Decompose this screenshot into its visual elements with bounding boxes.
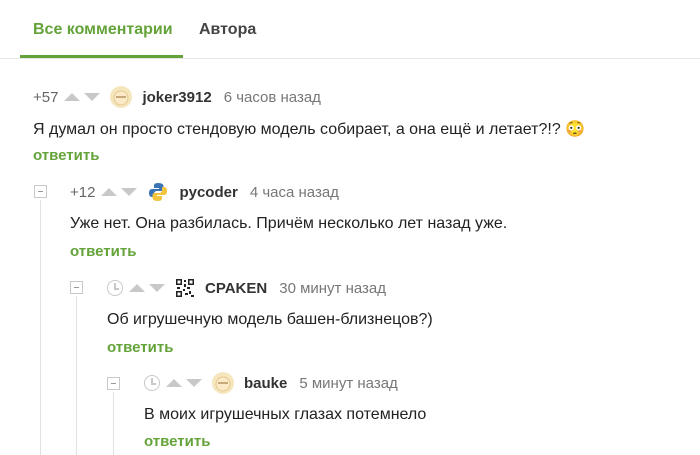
reply-link[interactable]: ответить [107, 339, 173, 356]
collapse-thread-icon[interactable] [34, 185, 47, 198]
thread-line [76, 296, 77, 455]
thread-line [113, 392, 114, 455]
reply-link[interactable]: ответить [70, 243, 136, 260]
face-avatar-icon[interactable] [212, 372, 234, 394]
downvote-icon[interactable] [186, 379, 202, 387]
face-avatar-icon[interactable] [110, 86, 133, 108]
username[interactable]: pycoder [179, 184, 237, 201]
reply-link[interactable]: ответить [33, 147, 99, 164]
upvote-icon[interactable] [166, 379, 182, 387]
comments-tabs: Все комментарии Автора [0, 0, 700, 59]
upvote-icon[interactable] [64, 93, 81, 101]
username[interactable]: CPAKEN [205, 280, 267, 297]
downvote-icon[interactable] [84, 93, 101, 101]
timestamp[interactable]: 30 минут назад [279, 280, 386, 297]
comment-header: bauke 5 минут назад [144, 371, 398, 395]
clock-icon [107, 280, 123, 296]
thread-line [40, 200, 41, 455]
upvote-icon[interactable] [129, 284, 145, 292]
timestamp[interactable]: 6 часов назад [224, 89, 321, 106]
rating-count: +57 [33, 88, 59, 106]
timestamp[interactable]: 4 часа назад [250, 184, 339, 201]
collapse-thread-icon[interactable] [70, 281, 83, 294]
comment-text: Уже нет. Она разбилась. Причём несколько… [70, 215, 508, 232]
username[interactable]: joker3912 [142, 89, 211, 106]
downvote-icon[interactable] [121, 188, 138, 196]
tab-all-comments[interactable]: Все комментарии [33, 21, 173, 39]
comment-text: В моих игрушечных глазах потемнело [144, 406, 427, 423]
active-tab-indicator [20, 55, 183, 58]
collapse-thread-icon[interactable] [107, 377, 120, 390]
qr-avatar-icon[interactable] [175, 278, 195, 298]
comment-text: Об игрушечную модель башен-близнецов?) [107, 311, 433, 328]
comment-header: CPAKEN 30 минут назад [107, 276, 386, 300]
python-logo-icon[interactable] [147, 181, 169, 203]
timestamp[interactable]: 5 минут назад [299, 375, 397, 392]
username[interactable]: bauke [244, 375, 287, 392]
comment-text: Я думал он просто стендовую модель собир… [33, 121, 586, 138]
comment-header: +12 pycoder 4 часа назад [70, 180, 339, 204]
upvote-icon[interactable] [101, 188, 118, 196]
clock-icon [144, 375, 160, 391]
downvote-icon[interactable] [149, 284, 165, 292]
tab-authors[interactable]: Автора [199, 21, 256, 39]
rating-count: +12 [70, 183, 96, 201]
comment-header: +57 joker3912 6 часов назад [33, 85, 321, 109]
reply-link[interactable]: ответить [144, 433, 210, 450]
